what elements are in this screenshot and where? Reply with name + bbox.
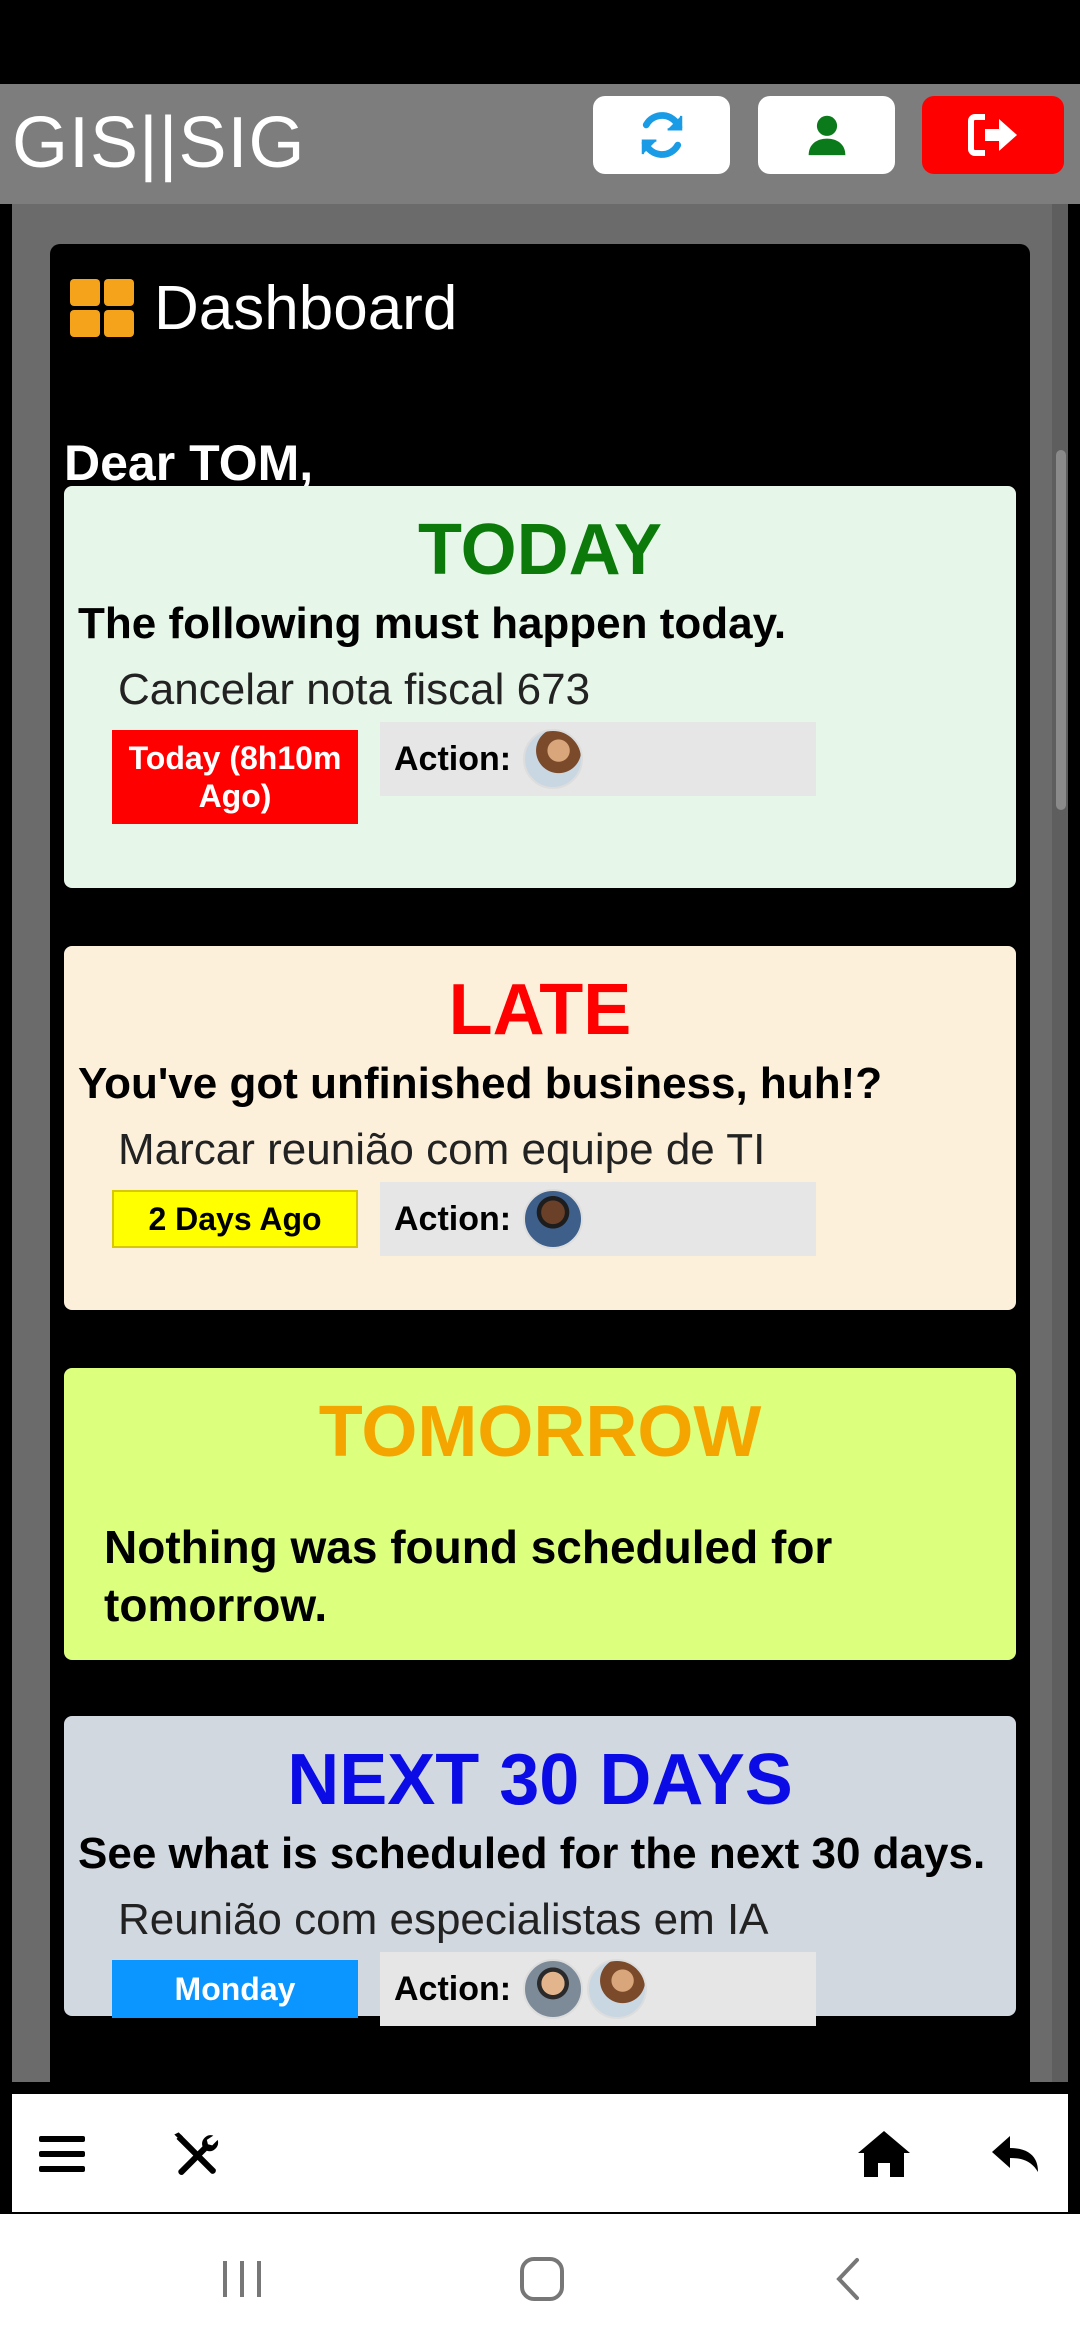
tomorrow-empty-message: Nothing was found scheduled for tomorrow… [104,1521,833,1631]
system-nav-bar [0,2214,1080,2340]
late-status-badge: 2 Days Ago [112,1190,358,1248]
back-arrow-icon [836,2258,859,2300]
avatar[interactable] [523,729,584,789]
today-status-badge: Today (8h10m Ago) [112,730,358,824]
dashboard-title: Dashboard [154,273,458,343]
late-subtitle: You've got unfinished business, huh!? [78,1059,883,1108]
refresh-button[interactable] [593,96,730,174]
tools-icon [174,2132,219,2175]
logout-button[interactable] [922,96,1064,174]
dashboard-grid-icon [70,279,134,337]
today-card: TODAY The following must happen today. C… [64,486,1016,888]
late-item-row: 2 Days Ago Action: [112,1182,1016,1282]
user-button[interactable] [758,96,895,174]
system-back-button[interactable] [818,2256,878,2302]
greeting: Dear TOM, [64,435,314,491]
next30-item-title[interactable]: Reunião com especialistas em IA [118,1890,1016,1950]
next30-subtitle: See what is scheduled for the next 30 da… [78,1829,986,1878]
next30-card: NEXT 30 DAYS See what is scheduled for t… [64,1716,1016,2026]
next30-action-box: Action: [380,1952,816,2026]
home-button-icon [520,2257,564,2301]
late-card: LATE You've got unfinished business, huh… [64,946,1016,1310]
dashboard-header: Dashboard [70,270,457,346]
scrollbar[interactable] [1052,204,1068,2082]
recents-icon [223,2261,261,2297]
next30-heading: NEXT 30 DAYS [287,1740,793,1820]
late-action-box: Action: [380,1182,816,1256]
refresh-icon [641,112,682,158]
next30-item-row: Monday Action: [112,1952,1016,2052]
menu-button[interactable] [30,2122,94,2186]
app-header: GIS||SIG [0,84,1080,204]
bottom-nav [12,2094,1068,2212]
recents-button[interactable] [212,2256,272,2302]
home-button[interactable] [852,2122,916,2186]
today-action-box: Action: [380,722,816,796]
next30-status-badge: Monday [112,1960,358,2018]
action-label: Action: [394,739,512,778]
logout-icon [968,114,1017,156]
scrollbar-thumb[interactable] [1056,450,1066,810]
avatar[interactable] [523,1959,584,2019]
system-home-button[interactable] [512,2256,572,2302]
tools-button[interactable] [164,2122,228,2186]
user-icon [808,115,845,156]
action-label: Action: [394,1199,512,1238]
content-area[interactable]: Dashboard Dear TOM, TODAY The following … [12,204,1068,2082]
back-button[interactable] [984,2122,1048,2186]
avatar[interactable] [587,1959,648,2019]
menu-icon [39,2136,85,2172]
today-heading: TODAY [417,510,663,590]
today-subtitle: The following must happen today. [78,599,787,648]
dashboard-panel: Dashboard Dear TOM, TODAY The following … [50,244,1030,2082]
tomorrow-card: TOMORROW Nothing was found scheduled for… [64,1368,1016,1660]
app-title: GIS||SIG [12,103,306,183]
today-item-title[interactable]: Cancelar nota fiscal 673 [118,660,1016,720]
late-heading: LATE [448,970,632,1050]
late-item-title[interactable]: Marcar reunião com equipe de TI [118,1120,1016,1180]
home-icon [858,2131,910,2177]
status-bar [0,0,1080,84]
avatar[interactable] [523,1189,584,1249]
today-item-row: Today (8h10m Ago) Action: [112,722,1016,832]
back-icon [992,2136,1038,2172]
action-label: Action: [394,1969,512,2008]
tomorrow-heading: TOMORROW [318,1392,762,1472]
